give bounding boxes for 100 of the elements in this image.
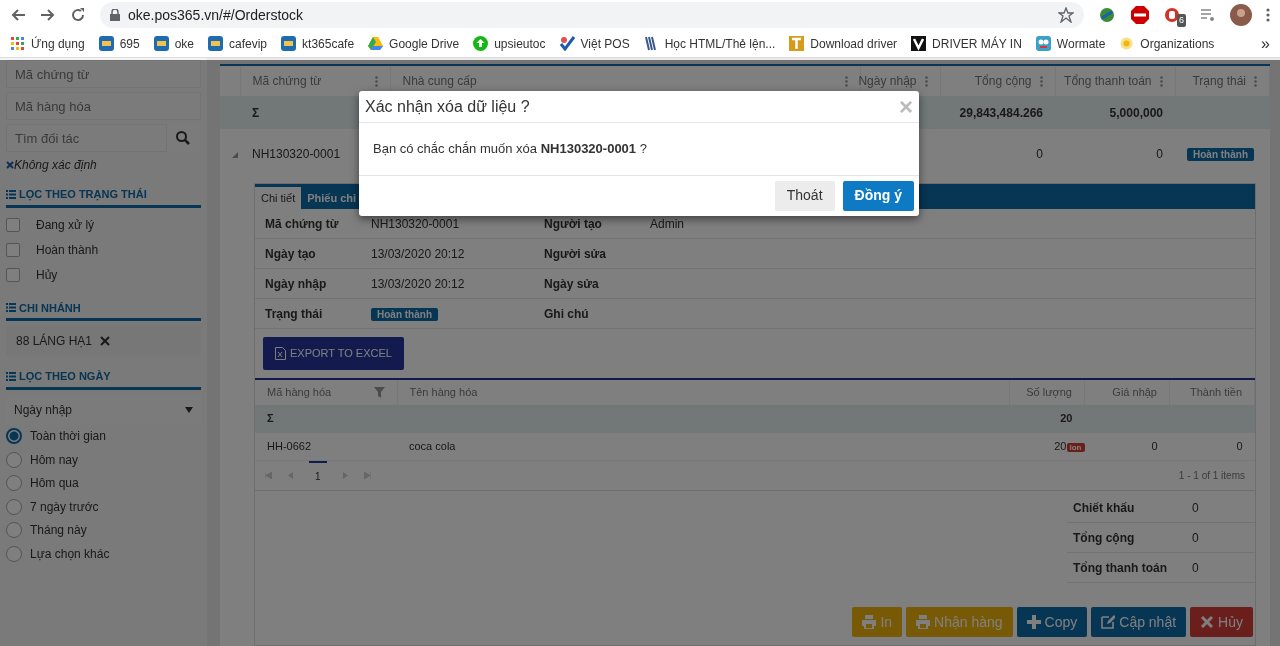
branch-name: 88 LÁNG HẠ1: [16, 332, 93, 350]
plus-icon: [1026, 615, 1041, 629]
total-label: Chiết khấu: [1072, 499, 1136, 517]
back-icon[interactable]: [10, 7, 26, 23]
sum-quantity: 20: [1009, 404, 1085, 433]
column-menu-icon[interactable]: [924, 75, 928, 87]
column-header[interactable]: Tên hàng hóa: [409, 385, 478, 398]
column-header[interactable]: Giá nhập: [1112, 385, 1157, 398]
avatar-icon[interactable]: [1230, 4, 1252, 26]
bookmark[interactable]: 695: [98, 34, 140, 53]
radio-button[interactable]: [6, 428, 22, 445]
stop-sign-icon[interactable]: [1130, 5, 1150, 25]
action-button[interactable]: Hủy: [1190, 607, 1253, 637]
column-header[interactable]: Số lượng: [1026, 385, 1072, 398]
checkbox[interactable]: [6, 218, 20, 232]
bookmark[interactable]: Học HTML/Thẻ lện...: [643, 34, 776, 53]
radio-button[interactable]: [6, 498, 22, 515]
column-header[interactable]: Trạng thái: [1192, 72, 1246, 90]
table-cell: 0: [1055, 129, 1175, 179]
sum-total: 29,843,484.266: [940, 96, 1055, 129]
last-page-icon[interactable]: [363, 472, 371, 479]
bookmark[interactable]: upsieutoc: [473, 34, 546, 53]
field-label: Người sửa: [544, 245, 607, 263]
bookmark-icon: [1035, 36, 1051, 51]
search-field[interactable]: Tìm đối tác: [6, 124, 167, 152]
tab[interactable]: Phiếu chi: [301, 187, 363, 209]
column-header[interactable]: Nhà cung cấp: [402, 72, 477, 90]
bookmark[interactable]: Ứng dụng: [10, 34, 85, 53]
field-label: Ngày tạo: [265, 245, 317, 263]
playlist-icon[interactable]: [1200, 7, 1216, 23]
field-value: Admin: [650, 215, 684, 233]
page-number[interactable]: 1: [309, 461, 327, 484]
dialog-button[interactable]: Thoát: [774, 180, 835, 211]
list-icon: [6, 371, 16, 381]
bookmark[interactable]: cafevip: [208, 34, 268, 53]
checkbox[interactable]: [6, 268, 20, 282]
more-bookmarks[interactable]: »: [1261, 31, 1270, 56]
column-header[interactable]: Mã hàng hóa: [267, 383, 332, 401]
bookmark[interactable]: Google Drive: [368, 34, 460, 53]
text-field[interactable]: Mã chứng từ: [6, 60, 201, 88]
action-button[interactable]: Copy: [1016, 607, 1088, 637]
previous-page-icon[interactable]: [288, 472, 293, 479]
address-bar[interactable]: oke.pos365.vn/#/Orderstock: [100, 2, 1084, 28]
printer-icon: [916, 615, 931, 629]
checkbox-label: Hủy: [36, 267, 58, 284]
bookmark[interactable]: oke: [153, 34, 194, 53]
caret-icon: [185, 406, 193, 413]
bookmark[interactable]: Download driver: [789, 34, 898, 53]
forward-icon[interactable]: [40, 7, 56, 23]
total-value: 0: [1192, 499, 1199, 517]
close-icon[interactable]: [100, 336, 111, 346]
bookmark[interactable]: Việt POS: [559, 34, 630, 53]
radio-label: Hôm qua: [30, 475, 79, 493]
first-page-icon[interactable]: [265, 472, 272, 479]
radio-button[interactable]: [6, 451, 22, 468]
column-menu-icon[interactable]: [844, 75, 848, 87]
column-menu-icon[interactable]: [374, 75, 378, 87]
action-button[interactable]: Cập nhật: [1091, 607, 1187, 637]
text-field[interactable]: Mã hàng hóa: [6, 92, 201, 120]
expand-arrow-icon[interactable]: [232, 151, 238, 158]
dialog-button[interactable]: Đồng ý: [842, 180, 914, 211]
printer-icon: [862, 615, 877, 629]
next-page-icon[interactable]: [342, 472, 348, 479]
field-label: Ngày sửa: [544, 275, 600, 293]
column-header[interactable]: Ngày nhập: [858, 72, 917, 90]
reload-icon[interactable]: [70, 7, 86, 23]
radio-label: Tháng này: [30, 522, 87, 540]
spreadsheet-icon: [275, 346, 286, 360]
field-label: Mã chứng từ: [265, 215, 340, 233]
column-header[interactable]: Thành tiền: [1190, 385, 1242, 398]
column-menu-icon[interactable]: [1159, 75, 1163, 87]
extension-icon[interactable]: 6: [1164, 5, 1186, 25]
url-text: oke.pos365.vn/#/Orderstock: [128, 5, 304, 25]
column-menu-icon[interactable]: [1254, 75, 1257, 87]
list-icon: [6, 189, 16, 199]
bookmark[interactable]: Organizations: [1119, 34, 1215, 53]
section-title: LỌC THEO NGÀY: [19, 369, 111, 385]
checkbox-label: Hoàn thành: [36, 242, 99, 259]
column-header[interactable]: Tổng cộng: [974, 72, 1032, 90]
column-menu-icon[interactable]: [1039, 75, 1043, 87]
bookmark-icon: [368, 36, 384, 51]
column-header[interactable]: Mã chứng từ: [252, 72, 322, 90]
bookmark-icon: [911, 36, 927, 51]
column-header[interactable]: Tổng thanh toán: [1064, 72, 1152, 90]
checkbox[interactable]: [6, 243, 20, 257]
radio-button[interactable]: [6, 522, 22, 539]
bookmark[interactable]: Wormate: [1035, 34, 1106, 53]
section-title: LỌC THEO TRẠNG THÁI: [19, 187, 147, 203]
bookmark[interactable]: DRIVER MÁY IN: [911, 34, 1022, 53]
menu-icon[interactable]: [1266, 7, 1270, 23]
radio-button[interactable]: [6, 545, 22, 562]
tab[interactable]: Chi tiết: [255, 187, 302, 209]
export-button[interactable]: EXPORT TO EXCEL: [263, 337, 404, 370]
radio-button[interactable]: [6, 475, 22, 492]
bookmark-icon: [643, 36, 659, 51]
bookmark-icon: [98, 36, 114, 51]
star-icon[interactable]: [1058, 7, 1074, 23]
bookmark[interactable]: kt365cafe: [281, 34, 355, 53]
search-icon: [175, 131, 190, 145]
filter-icon[interactable]: [373, 386, 385, 398]
